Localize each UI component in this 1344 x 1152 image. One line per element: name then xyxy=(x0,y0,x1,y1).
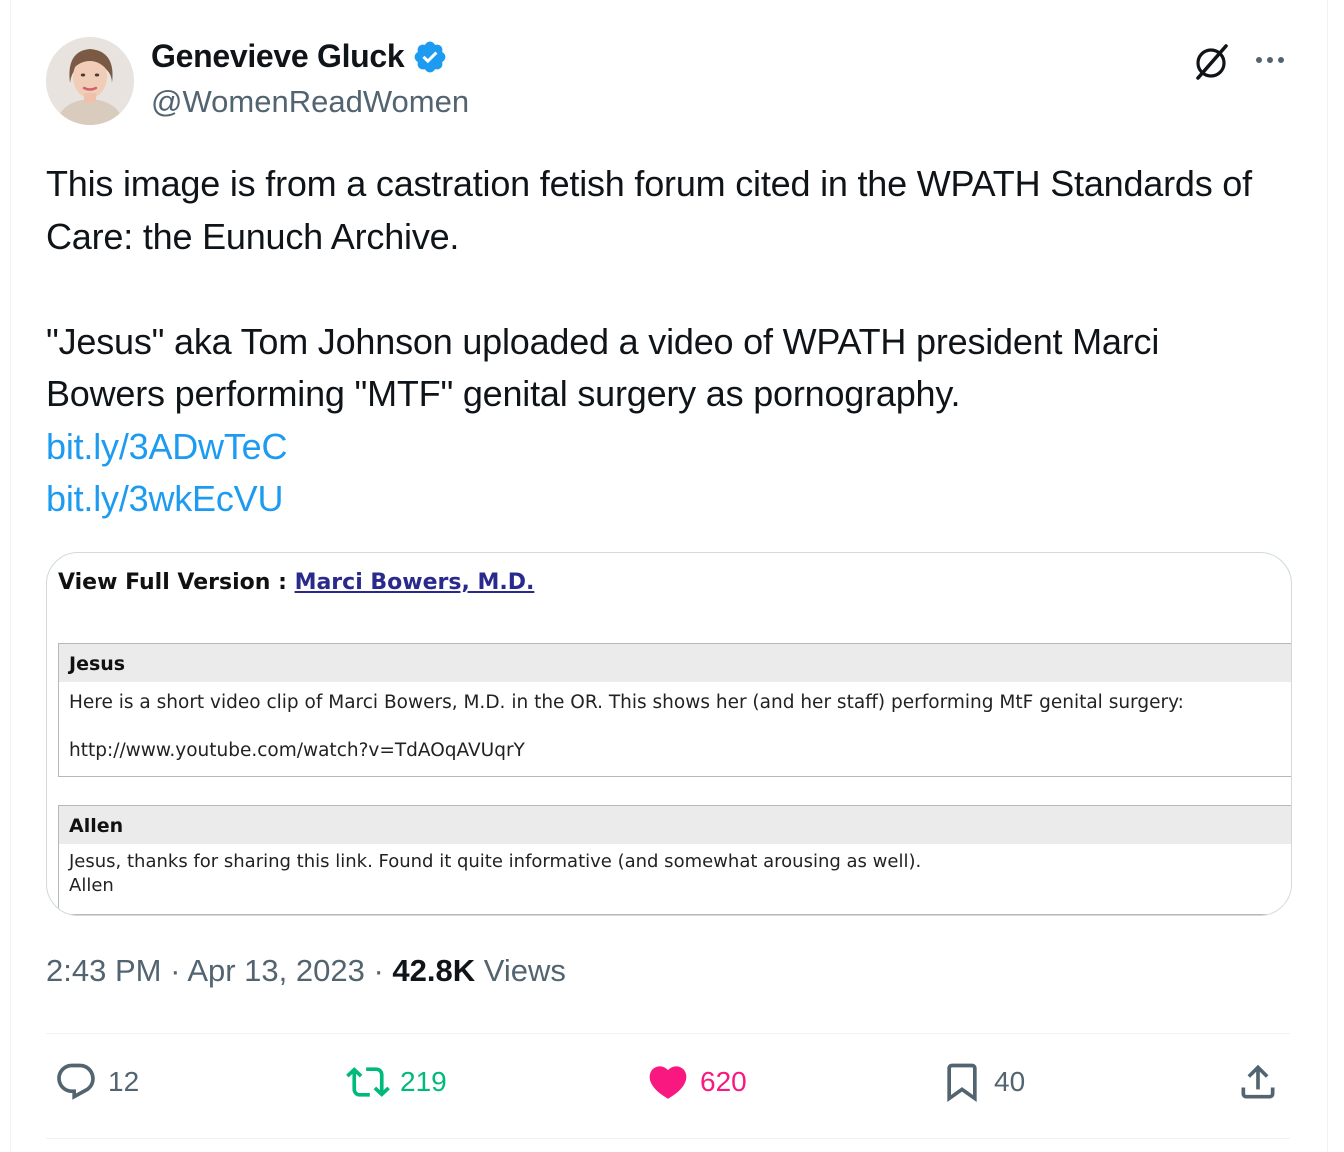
tweet-paragraph-2: "Jesus" aka Tom Johnson uploaded a video… xyxy=(46,320,1160,415)
tweet-text: This image is from a castration fetish f… xyxy=(46,158,1286,526)
like-count: 620 xyxy=(700,1066,747,1097)
avatar[interactable] xyxy=(46,37,134,125)
avatar-image xyxy=(46,37,134,125)
view-full-label: View Full Version : xyxy=(58,570,287,595)
forum-post: Allen Jesus, thanks for sharing this lin… xyxy=(58,805,1291,915)
forum-post-body: Jesus, thanks for sharing this link. Fou… xyxy=(59,844,1291,906)
author-name[interactable]: Genevieve Gluck xyxy=(151,38,405,75)
reply-count: 12 xyxy=(108,1066,140,1097)
reply-button[interactable]: 12 xyxy=(54,1060,139,1104)
forum-post-signature: Allen xyxy=(69,875,114,896)
forum-post-text: Jesus, thanks for sharing this link. Fou… xyxy=(69,851,922,872)
tweet-link-1[interactable]: bit.ly/3ADwTeC xyxy=(46,421,1286,474)
tweet-link-2[interactable]: bit.ly/3wkEcVU xyxy=(46,473,1286,526)
tweet-time[interactable]: 2:43 PM xyxy=(46,953,161,988)
forum-post-author: Allen xyxy=(59,806,1291,844)
retweet-count: 219 xyxy=(400,1066,447,1097)
grok-icon[interactable] xyxy=(1190,40,1234,84)
retweet-icon xyxy=(346,1067,390,1097)
forum-post-author: Jesus xyxy=(59,644,1291,682)
bookmark-count: 40 xyxy=(994,1066,1026,1097)
forum-post-link: http://www.youtube.com/watch?v=TdAOqAVUq… xyxy=(69,740,525,761)
heart-icon xyxy=(649,1066,687,1099)
author-handle[interactable]: @WomenReadWomen xyxy=(151,84,469,120)
author-name-row[interactable]: Genevieve Gluck xyxy=(151,38,448,75)
tweet-meta: 2:43 PM · Apr 13, 2023 · 42.8K Views xyxy=(46,953,566,989)
action-bar: 12 219 620 40 xyxy=(46,1060,1290,1116)
views-label: Views xyxy=(483,953,566,988)
tweet-paragraph-1: This image is from a castration fetish f… xyxy=(46,163,1252,257)
meta-separator: · xyxy=(373,953,384,988)
divider xyxy=(46,1033,1290,1034)
share-button[interactable] xyxy=(1236,1060,1280,1104)
view-full-version: View Full Version : Marci Bowers, M.D. xyxy=(58,570,534,595)
more-icon[interactable] xyxy=(1250,42,1290,78)
tweet-media-image[interactable]: View Full Version : Marci Bowers, M.D. J… xyxy=(46,552,1292,916)
share-icon xyxy=(1241,1064,1275,1099)
bookmark-icon xyxy=(947,1063,977,1103)
bookmark-button[interactable]: 40 xyxy=(940,1060,1025,1104)
views-count: 42.8K xyxy=(392,953,476,988)
meta-separator: · xyxy=(170,953,181,988)
view-full-link: Marci Bowers, M.D. xyxy=(294,570,535,595)
retweet-button[interactable]: 219 xyxy=(346,1060,447,1104)
tweet-date[interactable]: Apr 13, 2023 xyxy=(187,953,365,988)
forum-post: Jesus Here is a short video clip of Marc… xyxy=(58,643,1291,777)
verified-badge-icon[interactable] xyxy=(412,39,448,75)
like-button[interactable]: 620 xyxy=(646,1060,747,1104)
reply-icon xyxy=(57,1063,95,1100)
forum-post-text: Here is a short video clip of Marci Bowe… xyxy=(69,692,1184,713)
divider xyxy=(46,1138,1290,1139)
